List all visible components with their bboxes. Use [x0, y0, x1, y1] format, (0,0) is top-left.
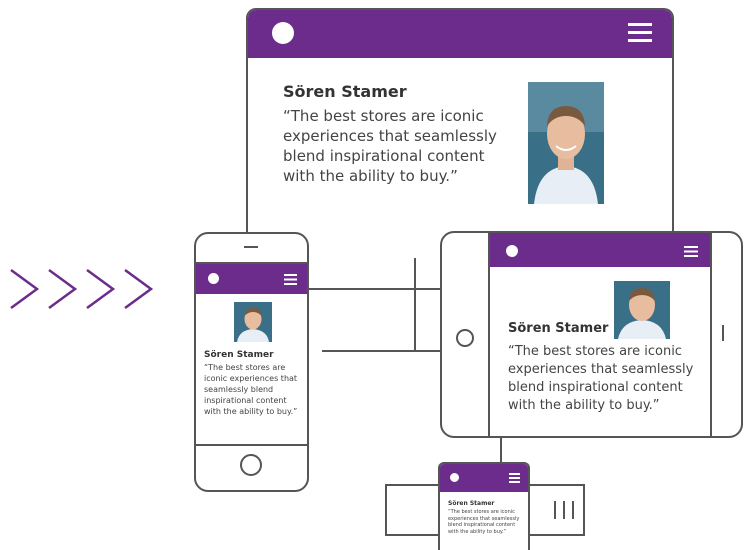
- tablet-side-button: [722, 325, 724, 341]
- watch-header-bar: [440, 464, 528, 492]
- desktop-device: Sören Stamer “The best stores are iconic…: [246, 8, 674, 258]
- person-name: Sören Stamer: [283, 82, 407, 101]
- connector-line: [414, 258, 416, 350]
- tablet-screen: Sören Stamer “The best stores are iconic…: [488, 233, 712, 436]
- tablet-header-bar: [490, 233, 710, 267]
- phone-screen: Sören Stamer “The best stores are iconic…: [196, 262, 307, 446]
- phone-speaker: [244, 246, 258, 248]
- circle-logo-icon: [506, 245, 518, 257]
- person-name: Sören Stamer: [448, 500, 495, 507]
- phone-device: Sören Stamer “The best stores are iconic…: [194, 232, 309, 492]
- connector-line: [500, 438, 502, 462]
- home-button-icon: [240, 454, 262, 476]
- circle-logo-icon: [272, 22, 294, 44]
- quote-text: “The best stores are iconic experiences …: [283, 107, 497, 185]
- quote-text: “The best stores are iconic experiences …: [508, 344, 694, 413]
- circle-logo-icon: [450, 473, 459, 482]
- portrait-photo: [528, 82, 604, 204]
- quote-text: “The best stores are iconic experiences …: [448, 509, 520, 535]
- chevron-arrows-icon: [10, 268, 154, 310]
- home-button-icon: [456, 329, 474, 347]
- person-name: Sören Stamer: [204, 350, 274, 360]
- hamburger-menu-icon: [284, 274, 297, 285]
- phone-header-bar: [196, 264, 307, 294]
- portrait-photo: [234, 302, 272, 342]
- desktop-header-bar: [248, 10, 672, 58]
- hamburger-menu-icon: [509, 473, 520, 483]
- watch-crown-icon: [554, 501, 574, 519]
- hamburger-menu-icon: [684, 246, 698, 257]
- connector-line: [322, 350, 442, 352]
- person-name: Sören Stamer: [508, 321, 609, 336]
- watch-device: Sören Stamer “The best stores are iconic…: [438, 462, 530, 550]
- portrait-photo: [614, 281, 670, 339]
- hamburger-menu-icon: [628, 23, 652, 42]
- quote-text: “The best stores are iconic experiences …: [204, 363, 298, 416]
- circle-logo-icon: [208, 273, 219, 284]
- tablet-device: Sören Stamer “The best stores are iconic…: [440, 231, 743, 438]
